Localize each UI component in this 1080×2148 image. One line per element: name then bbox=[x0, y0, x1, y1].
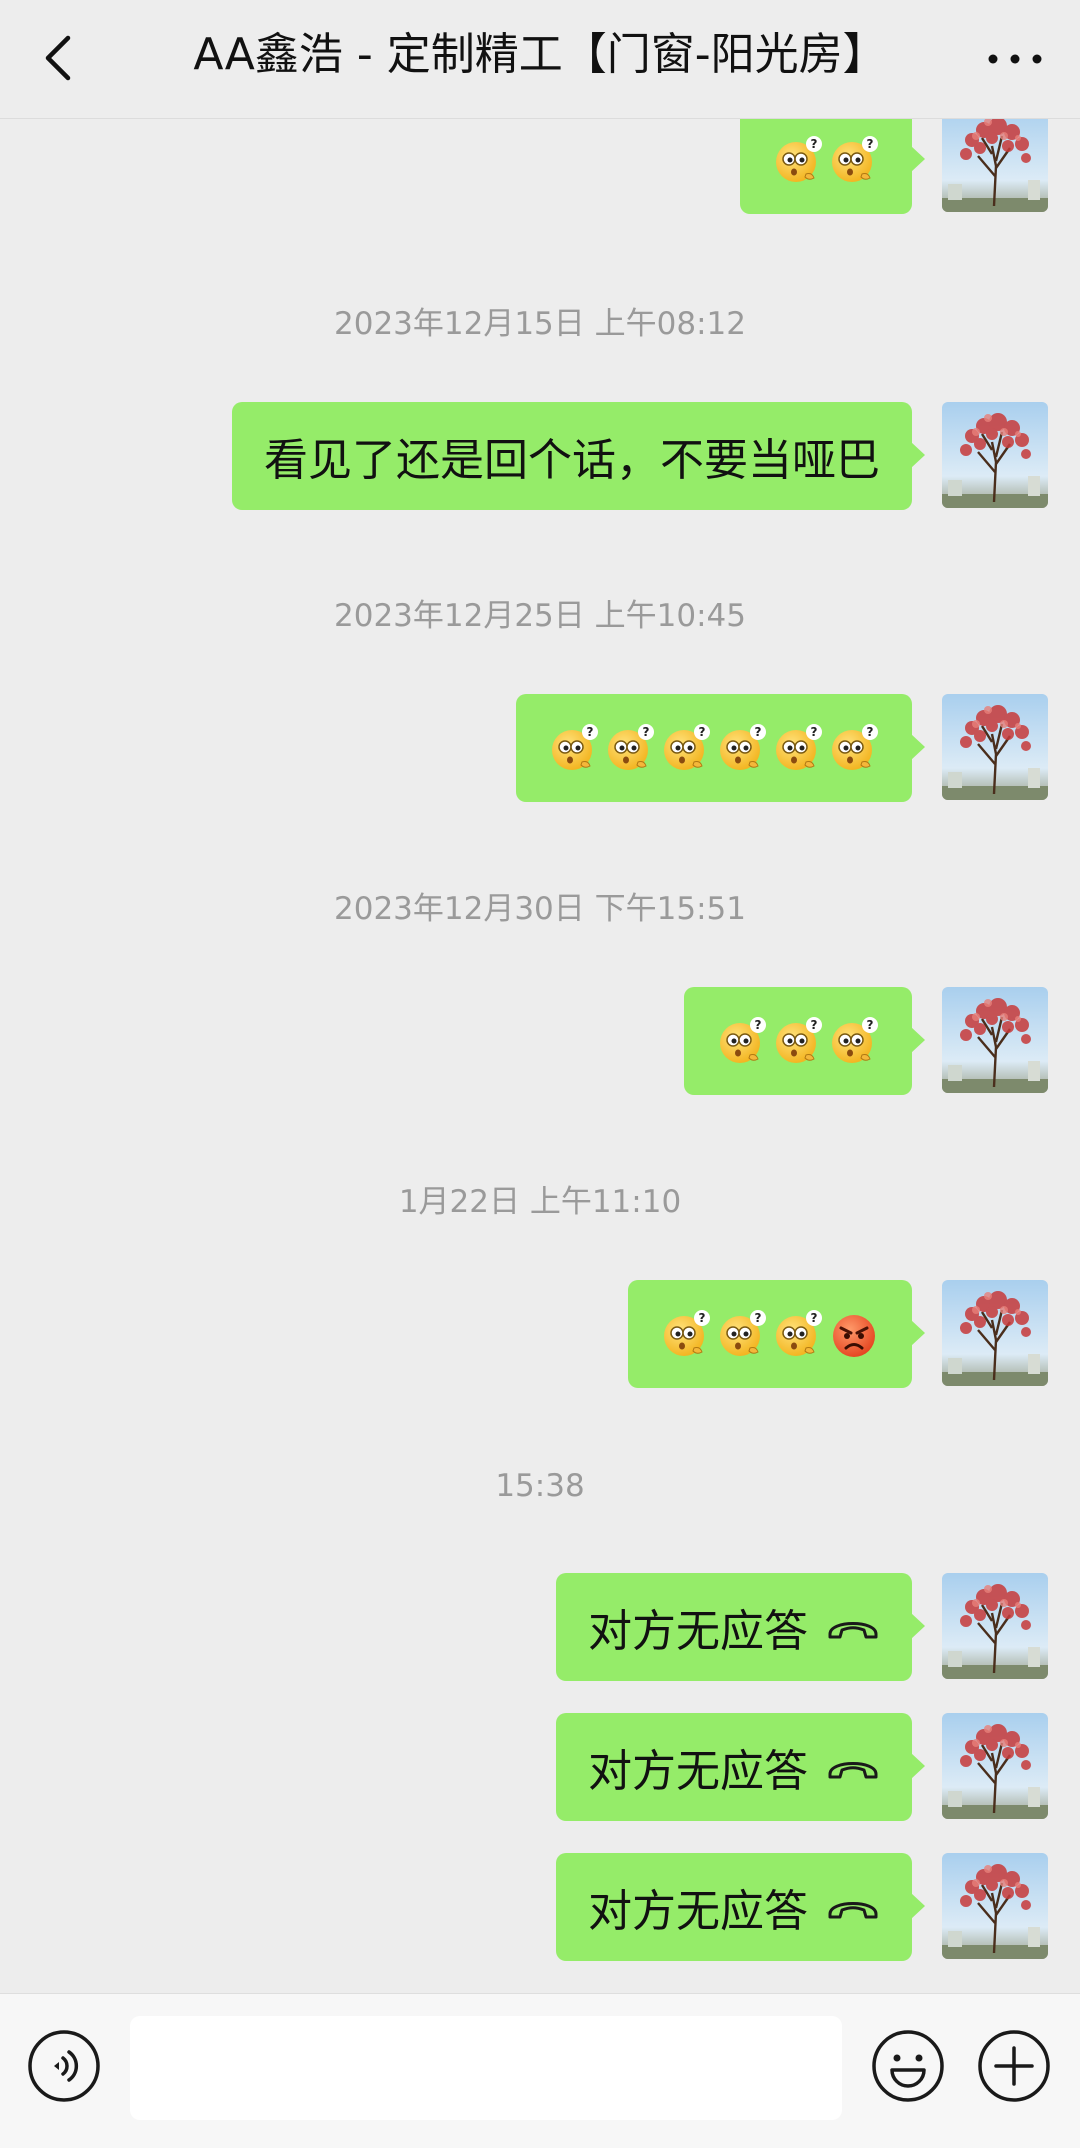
confused-emoji-icon bbox=[828, 134, 880, 186]
confused-emoji-icon bbox=[548, 722, 600, 774]
emoji-group bbox=[548, 722, 880, 774]
confused-emoji-icon bbox=[660, 1308, 712, 1360]
input-bar bbox=[0, 1993, 1080, 2148]
call-bubble[interactable]: 对方无应答 bbox=[556, 1573, 925, 1681]
avatar[interactable] bbox=[942, 402, 1048, 508]
chevron-left-icon[interactable] bbox=[30, 28, 90, 88]
message-input[interactable] bbox=[130, 2016, 842, 2120]
timestamp: 2023年12月30日 下午15:51 bbox=[334, 891, 746, 927]
chat-header: AA鑫浩 - 定制精工【门窗-阳光房】 bbox=[0, 0, 1080, 119]
confused-emoji-icon bbox=[772, 134, 824, 186]
message-bubble[interactable] bbox=[740, 118, 925, 214]
avatar[interactable] bbox=[942, 1573, 1048, 1679]
avatar[interactable] bbox=[942, 1713, 1048, 1819]
call-status-text: 对方无应答 bbox=[588, 1886, 808, 1937]
message-text: 看见了还是回个话，不要当哑巴 bbox=[264, 435, 880, 486]
confused-emoji-icon bbox=[828, 722, 880, 774]
message-row bbox=[548, 1280, 1048, 1388]
message-row bbox=[348, 694, 1048, 802]
timestamp: 2023年12月15日 上午08:12 bbox=[334, 306, 746, 342]
message-list[interactable]: 2023年12月15日 上午08:12 看见了还是回个话，不要当哑巴 2023年… bbox=[0, 118, 1080, 1992]
confused-emoji-icon bbox=[716, 1308, 768, 1360]
timestamp: 1月22日 上午11:10 bbox=[398, 1184, 682, 1220]
call-bubble[interactable]: 对方无应答 bbox=[556, 1853, 925, 1961]
confused-emoji-icon bbox=[828, 1015, 880, 1067]
avatar[interactable] bbox=[942, 694, 1048, 800]
call-status-text: 对方无应答 bbox=[588, 1606, 808, 1657]
smiley-icon[interactable] bbox=[870, 2028, 946, 2104]
emoji-group bbox=[772, 134, 880, 186]
angry-emoji-icon bbox=[828, 1308, 880, 1360]
avatar[interactable] bbox=[942, 118, 1048, 212]
timestamp: 2023年12月25日 上午10:45 bbox=[334, 598, 746, 634]
confused-emoji-icon bbox=[604, 722, 656, 774]
confused-emoji-icon bbox=[716, 722, 768, 774]
message-bubble[interactable] bbox=[516, 694, 925, 802]
message-bubble[interactable] bbox=[628, 1280, 925, 1388]
timestamp: 15:38 bbox=[495, 1468, 585, 1504]
avatar[interactable] bbox=[942, 1280, 1048, 1386]
confused-emoji-icon bbox=[772, 722, 824, 774]
confused-emoji-icon bbox=[660, 722, 712, 774]
message-row: 看见了还是回个话，不要当哑巴 bbox=[148, 402, 1048, 510]
message-bubble[interactable]: 看见了还是回个话，不要当哑巴 bbox=[232, 402, 925, 510]
chat-title: AA鑫浩 - 定制精工【门窗-阳光房】 bbox=[193, 29, 887, 80]
emoji-group bbox=[716, 1015, 880, 1067]
voice-icon[interactable] bbox=[26, 2028, 102, 2104]
avatar[interactable] bbox=[942, 987, 1048, 1093]
confused-emoji-icon bbox=[716, 1015, 768, 1067]
message-row: 对方无应答 bbox=[448, 1853, 1048, 1961]
avatar[interactable] bbox=[942, 1853, 1048, 1959]
call-status-text: 对方无应答 bbox=[588, 1746, 808, 1797]
plus-icon[interactable] bbox=[976, 2028, 1052, 2104]
hang-up-icon bbox=[826, 1752, 880, 1782]
call-bubble[interactable]: 对方无应答 bbox=[556, 1713, 925, 1821]
more-horizontal-icon[interactable] bbox=[980, 34, 1050, 84]
message-row bbox=[548, 987, 1048, 1095]
message-bubble[interactable] bbox=[684, 987, 925, 1095]
message-row: 对方无应答 bbox=[448, 1573, 1048, 1681]
confused-emoji-icon bbox=[772, 1308, 824, 1360]
emoji-group bbox=[660, 1308, 880, 1360]
message-row: 对方无应答 bbox=[448, 1713, 1048, 1821]
message-row bbox=[648, 118, 1048, 214]
confused-emoji-icon bbox=[772, 1015, 824, 1067]
hang-up-icon bbox=[826, 1892, 880, 1922]
hang-up-icon bbox=[826, 1612, 880, 1642]
